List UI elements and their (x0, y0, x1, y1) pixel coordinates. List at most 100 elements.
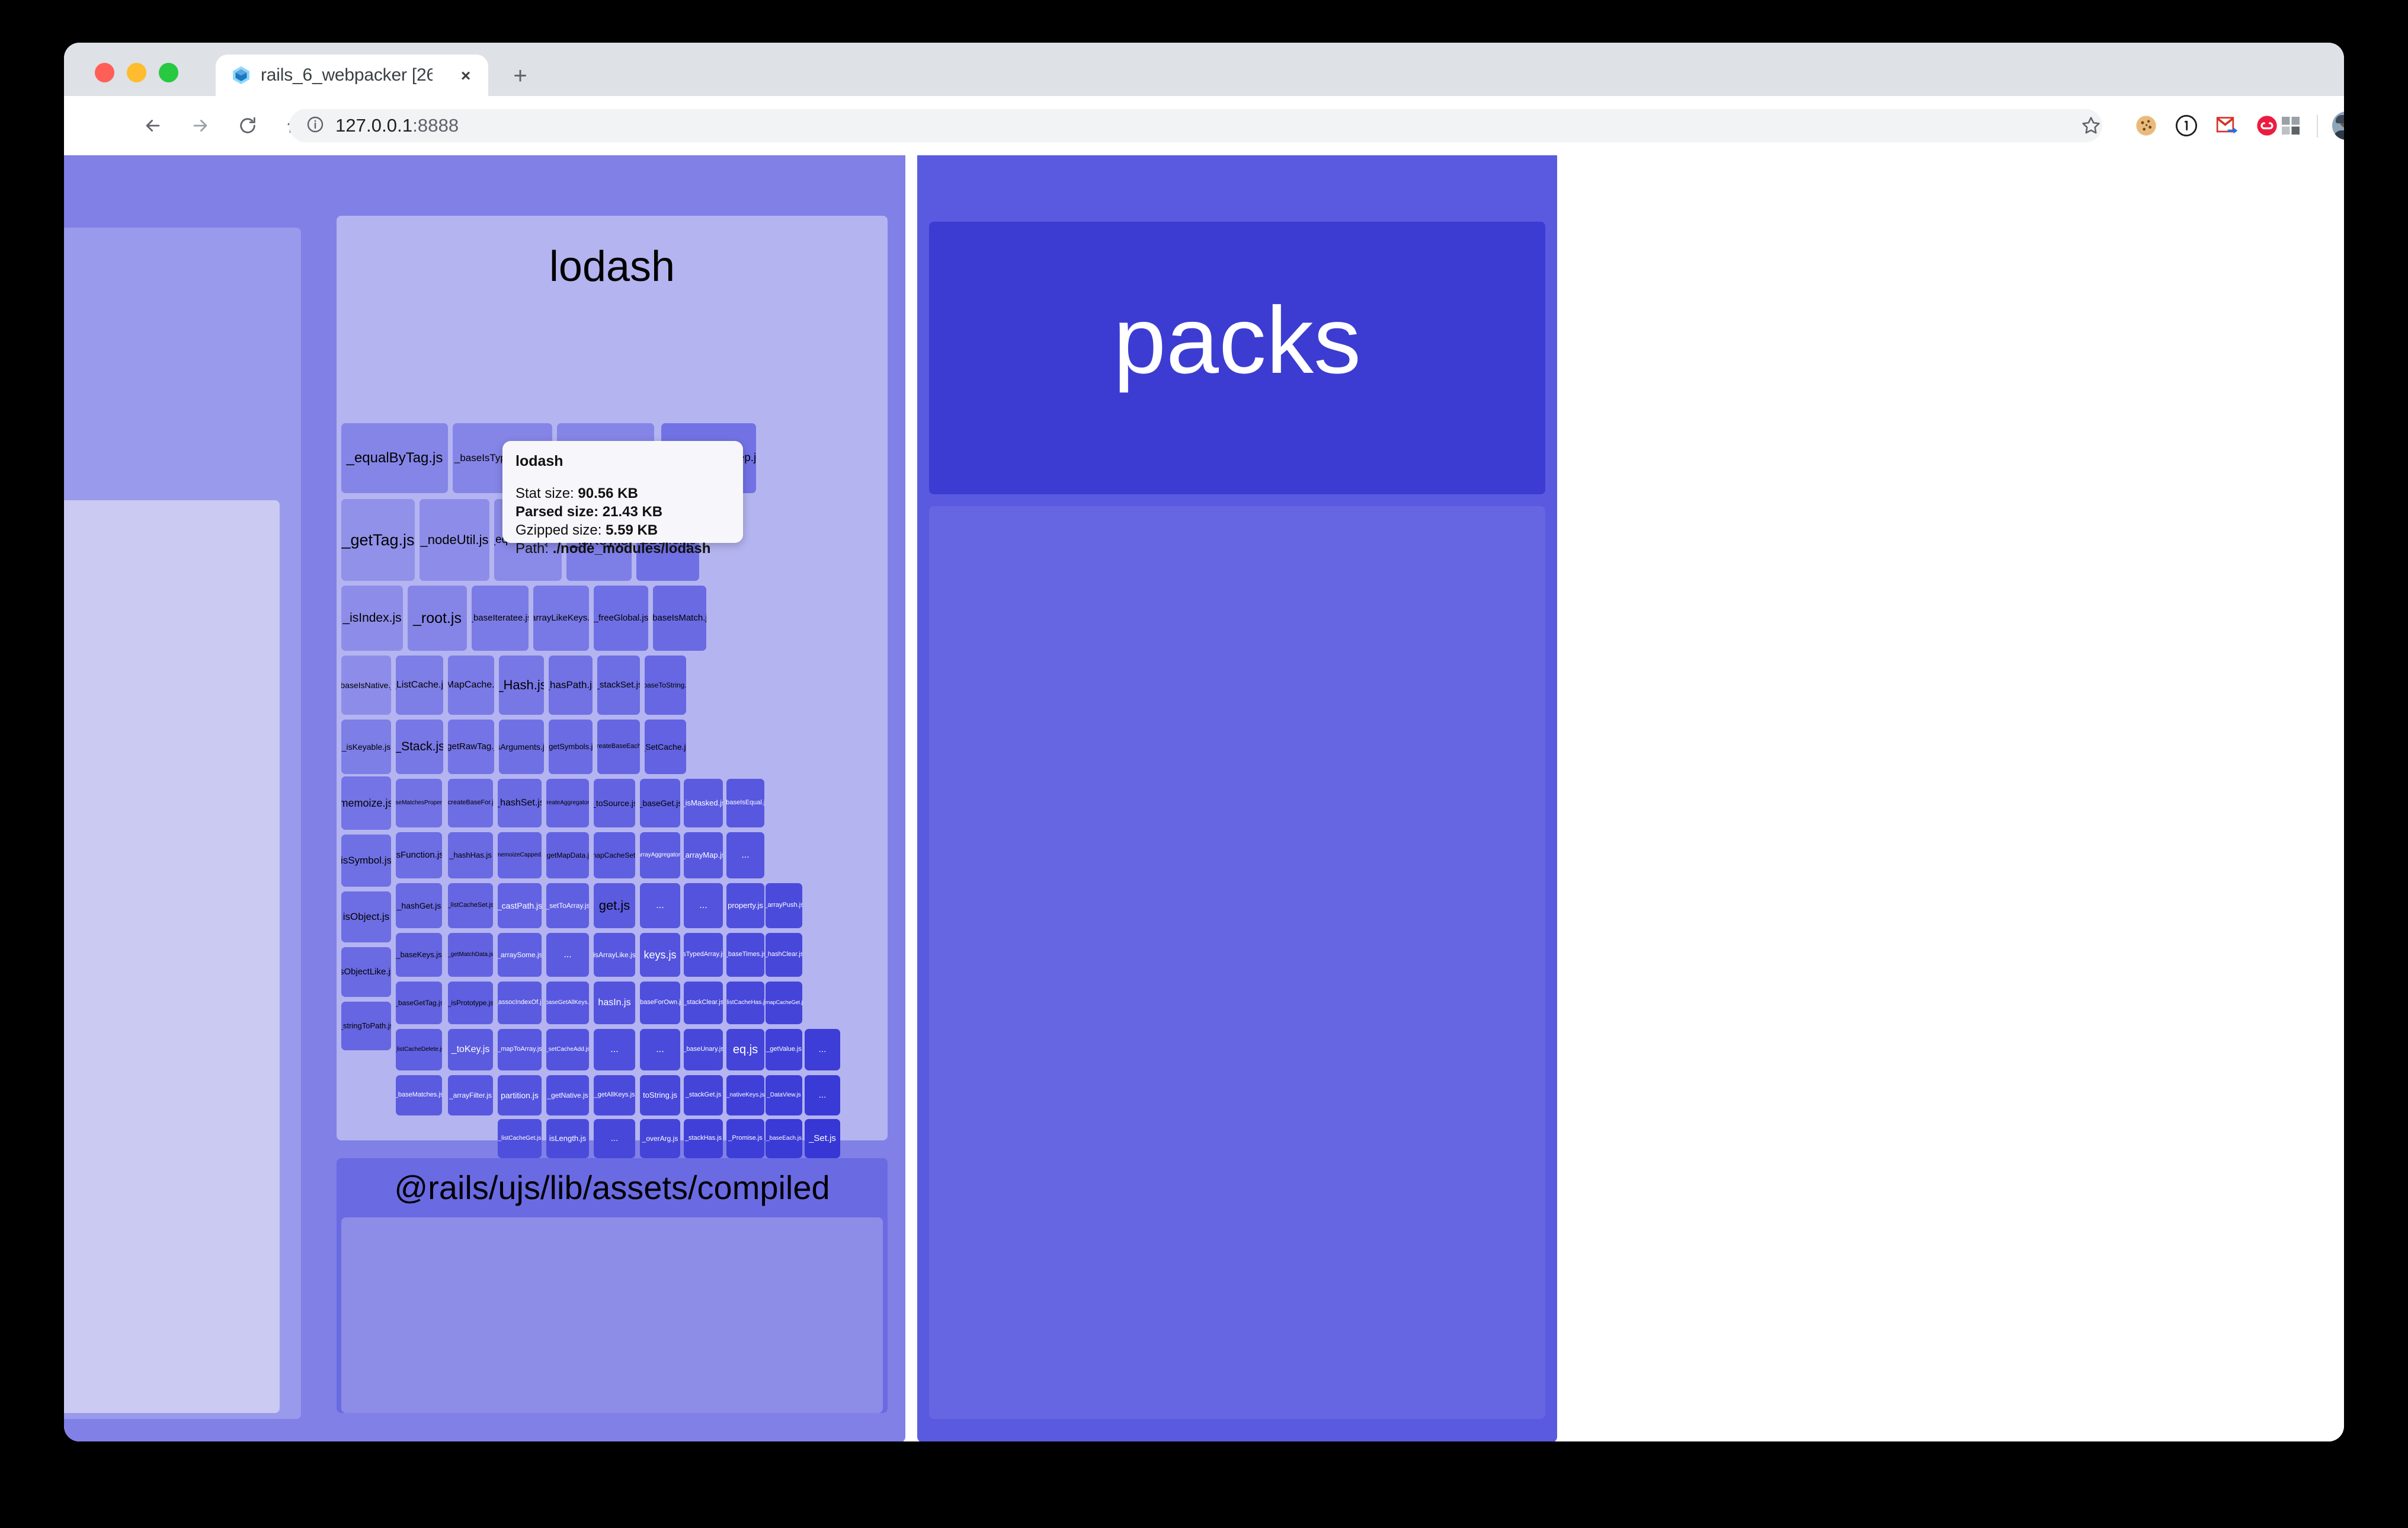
treemap-tile[interactable]: _mapToArray.js (498, 1029, 542, 1070)
treemap-tile[interactable]: isArguments.js (499, 720, 544, 774)
treemap-tile[interactable]: _arraySome.js (498, 933, 542, 977)
treemap-tile[interactable]: _overArg.js (640, 1119, 680, 1158)
close-window-button[interactable] (95, 63, 114, 82)
treemap-tile[interactable]: _isKeyable.js (341, 720, 391, 774)
treemap-tile[interactable]: isFunction.js (396, 832, 442, 878)
treemap-tile[interactable]: isSymbol.js (341, 835, 391, 887)
treemap-tile[interactable]: _arrayMap.js (684, 832, 723, 878)
treemap-tile[interactable]: _stringToPath.js (341, 1002, 391, 1050)
site-info-icon[interactable] (306, 115, 325, 137)
treemap-group-lodash[interactable]: lodash _equalByTag.js_baseIsTypedArray.j… (337, 216, 888, 1278)
treemap-node-packs-child[interactable] (929, 506, 1545, 1419)
treemap-tile[interactable]: _createAggregator.js (546, 779, 589, 827)
treemap-tile[interactable]: _assocIndexOf.js (498, 982, 542, 1024)
treemap-tile[interactable]: _listCacheGet.js (498, 1119, 542, 1158)
treemap-tile[interactable]: _DataView.js (766, 1075, 802, 1115)
treemap-tile[interactable]: _getMatchData.js (448, 933, 493, 977)
treemap-tile[interactable]: _baseTimes.js (726, 933, 764, 977)
treemap-tile[interactable]: _arrayPush.js (766, 883, 802, 928)
treemap-tile[interactable]: _hashGet.js (396, 883, 442, 928)
treemap-tile[interactable]: _hashClear.js (766, 933, 802, 977)
treemap-tile[interactable]: isLength.js (546, 1119, 589, 1158)
treemap-tile[interactable]: _memoizeCapped.js (498, 832, 542, 878)
treemap-tile[interactable]: _nativeKeys.js (726, 1075, 764, 1115)
new-tab-button[interactable]: + (507, 63, 533, 89)
treemap-tile[interactable]: _setCacheAdd.js (546, 1029, 589, 1070)
treemap-tile[interactable]: ... (594, 1029, 635, 1070)
treemap-tile[interactable]: _ListCache.js (396, 656, 443, 715)
treemap-tile[interactable]: _toSource.js (594, 779, 635, 827)
treemap-tile[interactable]: _baseKeys.js (396, 933, 442, 977)
treemap-tile[interactable]: ... (726, 832, 764, 878)
treemap-tile[interactable]: _stackSet.js (597, 656, 640, 715)
treemap-tile[interactable]: _getRawTag.js (448, 720, 494, 774)
forward-arrow-icon[interactable] (186, 111, 214, 140)
browser-tab[interactable]: rails_6_webpacker [26 May 20 × (216, 55, 488, 96)
treemap-tile[interactable]: memoize.js (341, 776, 391, 830)
treemap-node-min-js[interactable]: ion.min.js (64, 500, 280, 1413)
treemap-tile[interactable]: _listCacheSet.js (448, 883, 493, 928)
treemap-tile[interactable]: _getTag.js (341, 499, 415, 581)
back-arrow-icon[interactable] (139, 111, 167, 140)
treemap-tile[interactable]: _Set.js (805, 1119, 840, 1158)
treemap-tile[interactable]: _Promise.js (726, 1119, 764, 1158)
treemap-tile[interactable]: _hashHas.js (448, 832, 493, 878)
treemap-tile[interactable]: _baseMatches.js (396, 1075, 442, 1115)
treemap-tile[interactable]: _castPath.js (498, 883, 542, 928)
treemap-tile[interactable]: ... (640, 1029, 680, 1070)
treemap-tile[interactable]: _setToArray.js (546, 883, 589, 928)
reload-icon[interactable] (233, 111, 262, 140)
close-icon[interactable]: × (456, 66, 475, 85)
treemap-tile[interactable]: _stackGet.js (684, 1075, 723, 1115)
treemap-tile[interactable]: toString.js (640, 1075, 680, 1115)
treemap-tile[interactable]: _baseUnary.js (684, 1029, 723, 1070)
treemap-tile[interactable]: eq.js (726, 1029, 764, 1070)
treemap-group-app-javascript[interactable]: app/javascript packs (917, 155, 1557, 1441)
star-icon[interactable] (2076, 110, 2106, 141)
treemap-tile[interactable]: _Hash.js (499, 656, 544, 715)
treemap-tile[interactable]: _baseIteratee.js (472, 586, 529, 651)
treemap-tile[interactable]: _baseEach.js (766, 1119, 802, 1158)
treemap-tile[interactable]: ... (546, 933, 589, 977)
treemap-tile[interactable]: _mapCacheGet.js (766, 982, 802, 1024)
treemap-tile[interactable]: _isPrototype.js (448, 982, 493, 1024)
window-controls[interactable] (95, 63, 178, 82)
treemap-tile[interactable]: _equalByTag.js (341, 423, 448, 493)
treemap-tile[interactable]: _getSymbols.js (549, 720, 593, 774)
apps-grid-icon[interactable] (2276, 111, 2305, 140)
treemap-node-ujs-child[interactable] (341, 1217, 883, 1413)
treemap-tile[interactable]: _baseForOwn.js (640, 982, 680, 1024)
treemap-tile[interactable]: keys.js (640, 933, 680, 977)
treemap-tile[interactable]: property.js (726, 883, 764, 928)
treemap-tile[interactable]: _mapCacheSet.js (594, 832, 635, 878)
treemap-tile[interactable]: _root.js (408, 586, 467, 651)
treemap-tile[interactable]: _stackHas.js (684, 1119, 723, 1158)
treemap-tile[interactable]: _baseGetTag.js (396, 982, 442, 1024)
treemap-tile[interactable]: _nodeUtil.js (420, 499, 489, 581)
treemap-tile[interactable]: _arrayLikeKeys.js (533, 586, 589, 651)
treemap-tile[interactable]: _toKey.js (448, 1029, 493, 1070)
treemap-tile[interactable]: ... (640, 883, 680, 928)
treemap-tile[interactable]: _hashSet.js (498, 779, 542, 827)
maximize-window-button[interactable] (159, 63, 178, 82)
treemap-tile[interactable]: hasIn.js (594, 982, 635, 1024)
treemap-tile[interactable]: _hasPath.js (549, 656, 593, 715)
treemap-tile[interactable]: isObjectLike.js (341, 947, 391, 997)
treemap-tile[interactable]: ... (594, 1119, 635, 1158)
treemap-tile[interactable]: ... (805, 1029, 840, 1070)
treemap-node-packs[interactable]: packs (929, 222, 1545, 494)
treemap-tile[interactable]: _freeGlobal.js (594, 586, 648, 651)
avatar[interactable] (2332, 111, 2344, 140)
treemap-tile[interactable]: _listCacheDelete.js (396, 1029, 442, 1070)
treemap-tile[interactable]: _baseToString.js (645, 656, 686, 715)
cookie-icon[interactable] (2132, 111, 2160, 140)
treemap-tile[interactable]: _getAllKeys.js (594, 1075, 635, 1115)
treemap-tile[interactable]: _baseMatchesProperty.js (396, 779, 442, 827)
treemap-tile[interactable]: _arrayFilter.js (448, 1075, 493, 1115)
treemap-tile[interactable]: _SetCache.js (645, 720, 686, 774)
treemap-tile[interactable]: ... (684, 883, 723, 928)
treemap-tile[interactable]: isTypedArray.js (684, 933, 723, 977)
treemap-tile[interactable]: _isMasked.js (684, 779, 723, 827)
treemap-tile[interactable]: partition.js (498, 1075, 542, 1115)
treemap-tile[interactable]: isArrayLike.js (594, 933, 635, 977)
